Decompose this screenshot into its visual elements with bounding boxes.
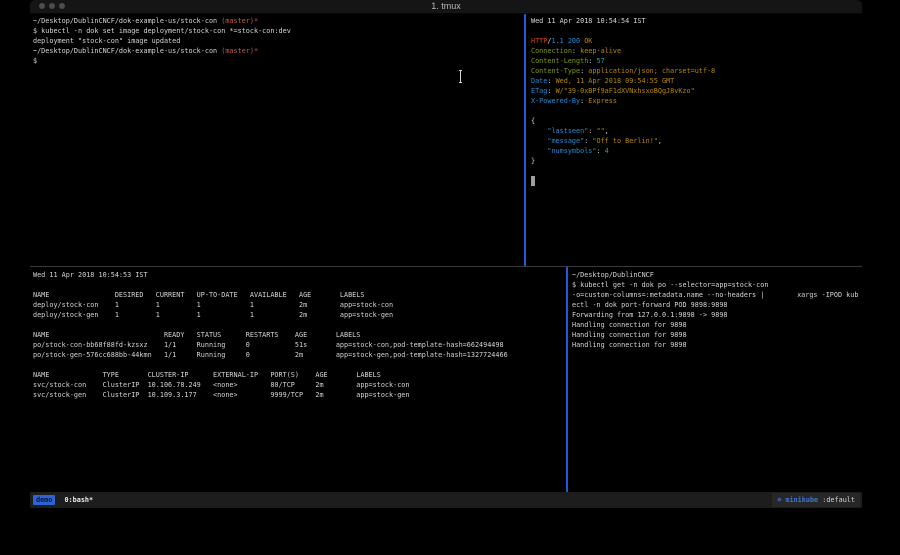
minimize-button[interactable] — [49, 3, 55, 9]
close-button[interactable] — [39, 3, 45, 9]
window-titlebar[interactable]: 1. tmux — [30, 0, 862, 14]
terminal-window: 1. tmux ~/Desktop/DublinCNCF/dok-example… — [30, 0, 862, 510]
kube-context-label: minikube — [785, 496, 818, 504]
kube-namespace-label: :default — [822, 496, 855, 504]
pane-divider-vertical-bottom[interactable] — [566, 267, 568, 492]
tmux-status-right: ☸ minikube :default — [772, 493, 860, 507]
tmux-status-bar: demo 0:bash* ☸ minikube :default — [30, 492, 862, 508]
tmux-terminal: ~/Desktop/DublinCNCF/dok-example-us/stoc… — [30, 14, 862, 492]
pane-bottom-right-port-forward[interactable]: ~/Desktop/DublinCNCF$ kubectl get -n dok… — [572, 270, 858, 350]
kubernetes-helm-icon: ☸ — [777, 496, 781, 504]
tmux-window-list-item[interactable]: 0:bash* — [64, 496, 93, 504]
pane-divider-horizontal[interactable] — [30, 266, 862, 267]
zoom-button[interactable] — [59, 3, 65, 9]
text-ibeam-mouse-cursor — [458, 70, 463, 83]
pane-top-left-shell[interactable]: ~/Desktop/DublinCNCF/dok-example-us/stoc… — [33, 16, 291, 66]
traffic-light-buttons — [39, 3, 65, 9]
pane-bottom-left-kubectl-watch[interactable]: Wed 11 Apr 2018 10:54:53 IST NAME DESIRE… — [33, 270, 508, 400]
pane-top-right-http-response[interactable]: Wed 11 Apr 2018 10:54:54 IST HTTP/1.1 20… — [531, 16, 715, 186]
window-title: 1. tmux — [30, 0, 862, 13]
pane-divider-vertical-top[interactable] — [524, 14, 526, 266]
tmux-session-badge[interactable]: demo — [33, 495, 55, 505]
